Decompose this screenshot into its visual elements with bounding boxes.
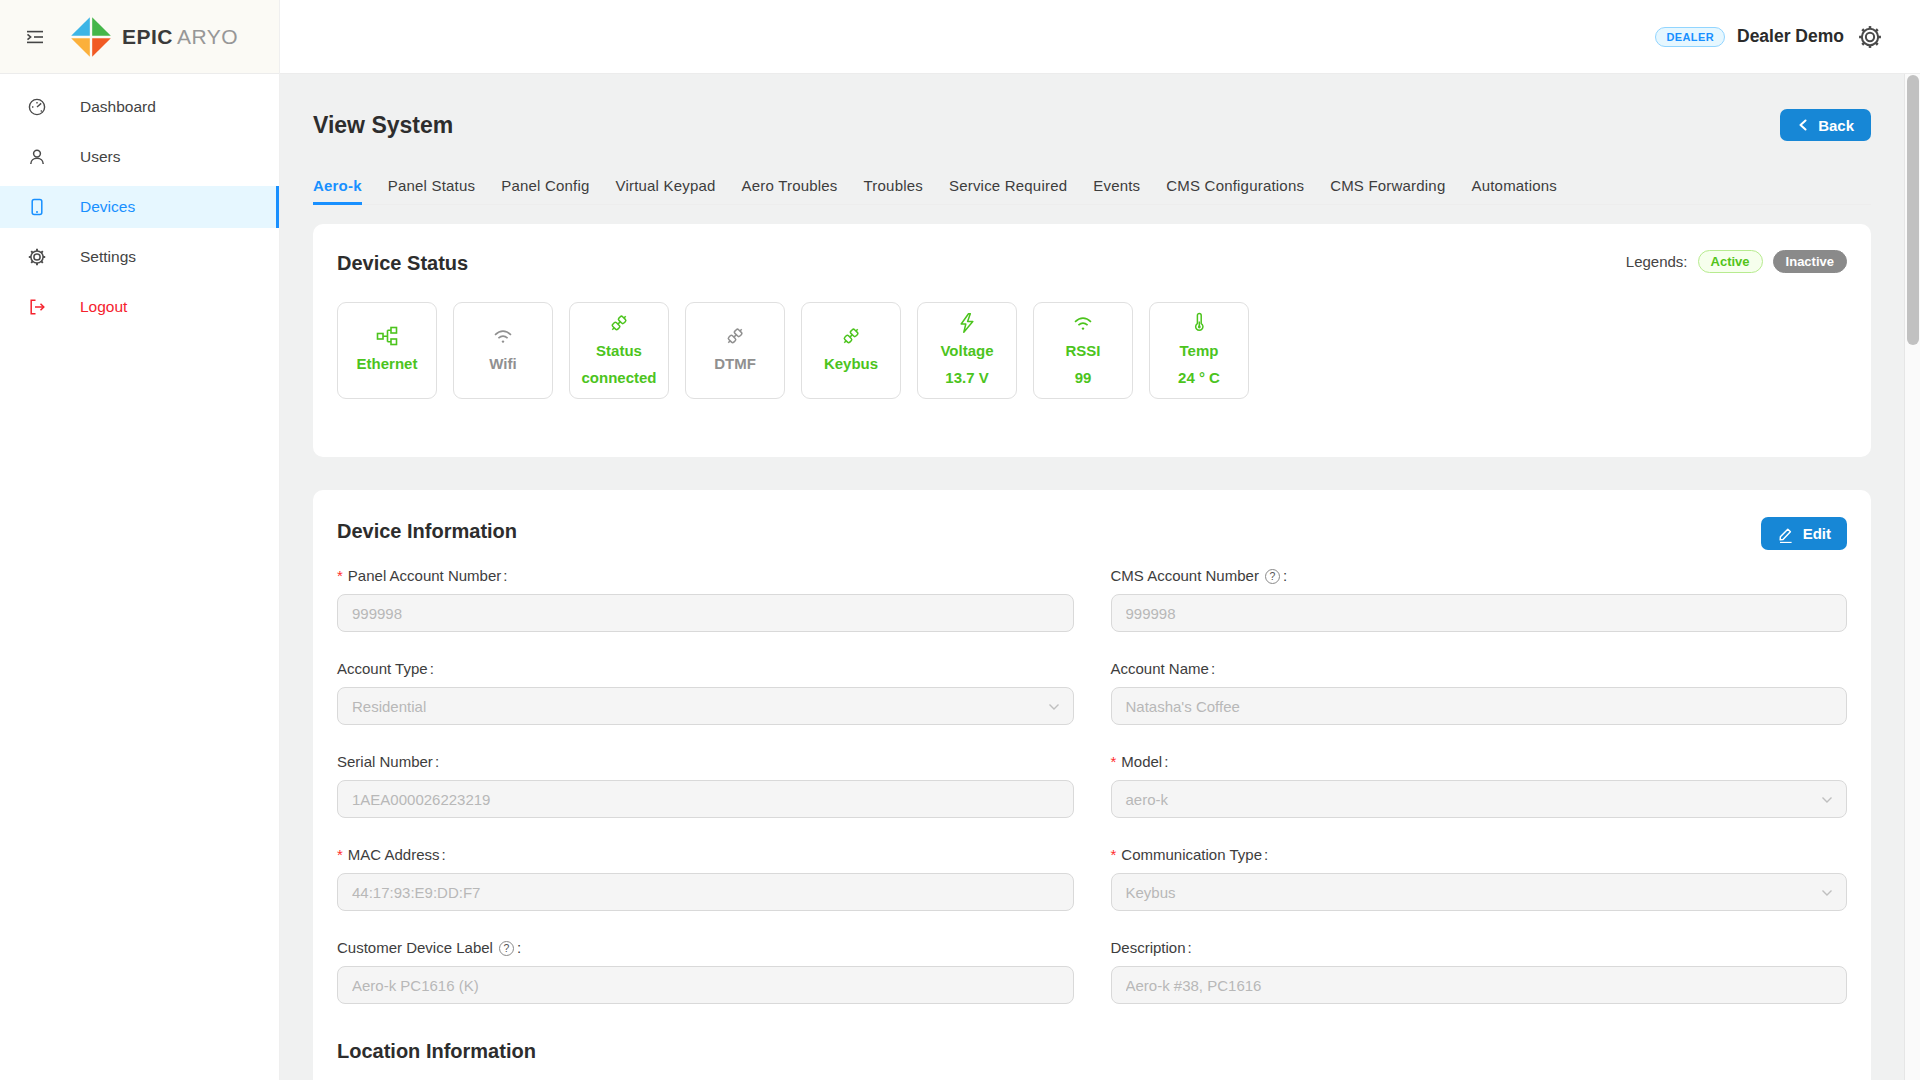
sidebar-item-settings[interactable]: Settings: [0, 236, 279, 278]
sidebar-item-logout[interactable]: Logout: [0, 286, 279, 328]
status-tile-dtmf: DTMF: [685, 302, 785, 399]
tab-panel-status[interactable]: Panel Status: [388, 165, 475, 205]
tab-aero-troubles[interactable]: Aero Troubles: [742, 165, 838, 205]
wifi-icon: [492, 325, 514, 347]
wifi-icon: [1072, 312, 1094, 334]
back-button[interactable]: Back: [1780, 109, 1871, 141]
sidebar-item-users[interactable]: Users: [0, 136, 279, 178]
chevron-down-icon: [1821, 796, 1833, 804]
gear-icon: [28, 248, 46, 266]
mobile-device-icon: [28, 198, 46, 216]
tab-service-required[interactable]: Service Required: [949, 165, 1067, 205]
chevron-down-icon: [1821, 889, 1833, 897]
user-icon: [28, 148, 46, 166]
status-tile-wifi: Wifi: [453, 302, 553, 399]
status-tile-keybus: Keybus: [801, 302, 901, 399]
user-name: Dealer Demo: [1737, 26, 1844, 47]
field-serial-number: Serial Number:: [337, 751, 1074, 818]
sidebar-item-label: Dashboard: [80, 98, 156, 116]
plug-icon: [608, 312, 630, 334]
sidebar-item-label: Users: [80, 148, 120, 166]
menu-collapse-icon[interactable]: [26, 28, 44, 46]
mac-address-input[interactable]: [337, 873, 1074, 911]
pencil-icon: [1777, 525, 1794, 543]
field-communication-type: *Communication Type: Keybus: [1111, 844, 1848, 911]
sidebar-item-label: Devices: [80, 198, 135, 216]
logout-icon: [28, 298, 46, 316]
account-type-select[interactable]: Residential: [337, 687, 1074, 725]
thermometer-icon: [1188, 312, 1210, 334]
tab-troubles[interactable]: Troubles: [864, 165, 923, 205]
field-account-name: Account Name:: [1111, 658, 1848, 725]
field-model: *Model: aero-k: [1111, 751, 1848, 818]
field-customer-device-label: Customer Device Label?:: [337, 937, 1074, 1004]
field-cms-account-number: CMS Account Number?:: [1111, 565, 1848, 632]
communication-type-select[interactable]: Keybus: [1111, 873, 1848, 911]
device-status-title: Device Status: [337, 250, 1847, 276]
account-name-input[interactable]: [1111, 687, 1848, 725]
sidebar-item-dashboard[interactable]: Dashboard: [0, 86, 279, 128]
field-mac-address: *MAC Address:: [337, 844, 1074, 911]
legends: Legends: Active Inactive: [1626, 250, 1847, 273]
brand-name: EPICARYO: [122, 25, 238, 49]
status-tile-status-connected: Statusconnected: [569, 302, 669, 399]
page-scrollbar[interactable]: [1904, 74, 1920, 1080]
edit-button[interactable]: Edit: [1761, 517, 1847, 550]
help-circle-icon[interactable]: ?: [499, 941, 514, 956]
device-status-card: Device Status Legends: Active Inactive E…: [313, 224, 1871, 457]
sidebar-menu: Dashboard Users Devices Settings Logout: [0, 74, 279, 328]
sidebar-item-label: Logout: [80, 298, 127, 316]
field-panel-account-number: *Panel Account Number:: [337, 565, 1074, 632]
device-information-form: *Panel Account Number: CMS Account Numbe…: [337, 565, 1847, 1030]
legend-active-badge: Active: [1698, 250, 1763, 273]
tab-panel-config[interactable]: Panel Config: [501, 165, 589, 205]
status-tile-ethernet: Ethernet: [337, 302, 437, 399]
status-tiles: Ethernet Wifi Statusconnected DTMF Keybu…: [337, 302, 1847, 399]
field-account-type: Account Type: Residential: [337, 658, 1074, 725]
sidebar-item-devices[interactable]: Devices: [0, 186, 279, 228]
main-content: View System Back Aero-k Panel Status Pan…: [280, 74, 1904, 1080]
chevron-down-icon: [1048, 703, 1060, 711]
ethernet-icon: [376, 325, 398, 347]
cms-account-number-input[interactable]: [1111, 594, 1848, 632]
plug-icon: [724, 325, 746, 347]
scrollbar-thumb[interactable]: [1907, 75, 1919, 345]
sidebar-item-label: Settings: [80, 248, 136, 266]
legend-inactive-badge: Inactive: [1773, 250, 1847, 273]
status-tile-rssi: RSSI99: [1033, 302, 1133, 399]
plug-icon: [840, 325, 862, 347]
brand-logo: EPICARYO: [70, 16, 238, 58]
sidebar: EPICARYO Dashboard Users Devices Setting…: [0, 0, 280, 1080]
tab-automations[interactable]: Automations: [1471, 165, 1557, 205]
header-gear-icon[interactable]: [1858, 25, 1882, 49]
status-tile-temp: Temp24 ° C: [1149, 302, 1249, 399]
bolt-icon: [956, 312, 978, 334]
customer-device-label-input[interactable]: [337, 966, 1074, 1004]
field-description: Description:: [1111, 937, 1848, 1004]
top-header: DEALER Dealer Demo: [280, 0, 1920, 74]
tab-cms-forwarding[interactable]: CMS Forwarding: [1330, 165, 1445, 205]
panel-account-number-input[interactable]: [337, 594, 1074, 632]
tab-aero-k[interactable]: Aero-k: [313, 165, 362, 205]
chevron-left-icon: [1797, 118, 1809, 132]
model-select[interactable]: aero-k: [1111, 780, 1848, 818]
role-badge: DEALER: [1655, 27, 1725, 47]
device-information-title: Device Information: [337, 518, 1847, 544]
page-title: View System: [313, 112, 453, 139]
tab-bar: Aero-k Panel Status Panel Config Virtual…: [313, 165, 1871, 205]
serial-number-input[interactable]: [337, 780, 1074, 818]
tab-virtual-keypad[interactable]: Virtual Keypad: [615, 165, 715, 205]
location-information-title: Location Information: [337, 1040, 1847, 1063]
status-tile-voltage: Voltage13.7 V: [917, 302, 1017, 399]
dashboard-icon: [28, 98, 46, 116]
brand-diamond-icon: [70, 16, 112, 58]
device-information-card: Device Information Edit *Panel Account N…: [313, 490, 1871, 1080]
help-circle-icon[interactable]: ?: [1265, 569, 1280, 584]
sidebar-logo-area: EPICARYO: [0, 0, 279, 74]
tab-cms-configurations[interactable]: CMS Configurations: [1166, 165, 1304, 205]
tab-events[interactable]: Events: [1093, 165, 1140, 205]
description-input[interactable]: [1111, 966, 1848, 1004]
